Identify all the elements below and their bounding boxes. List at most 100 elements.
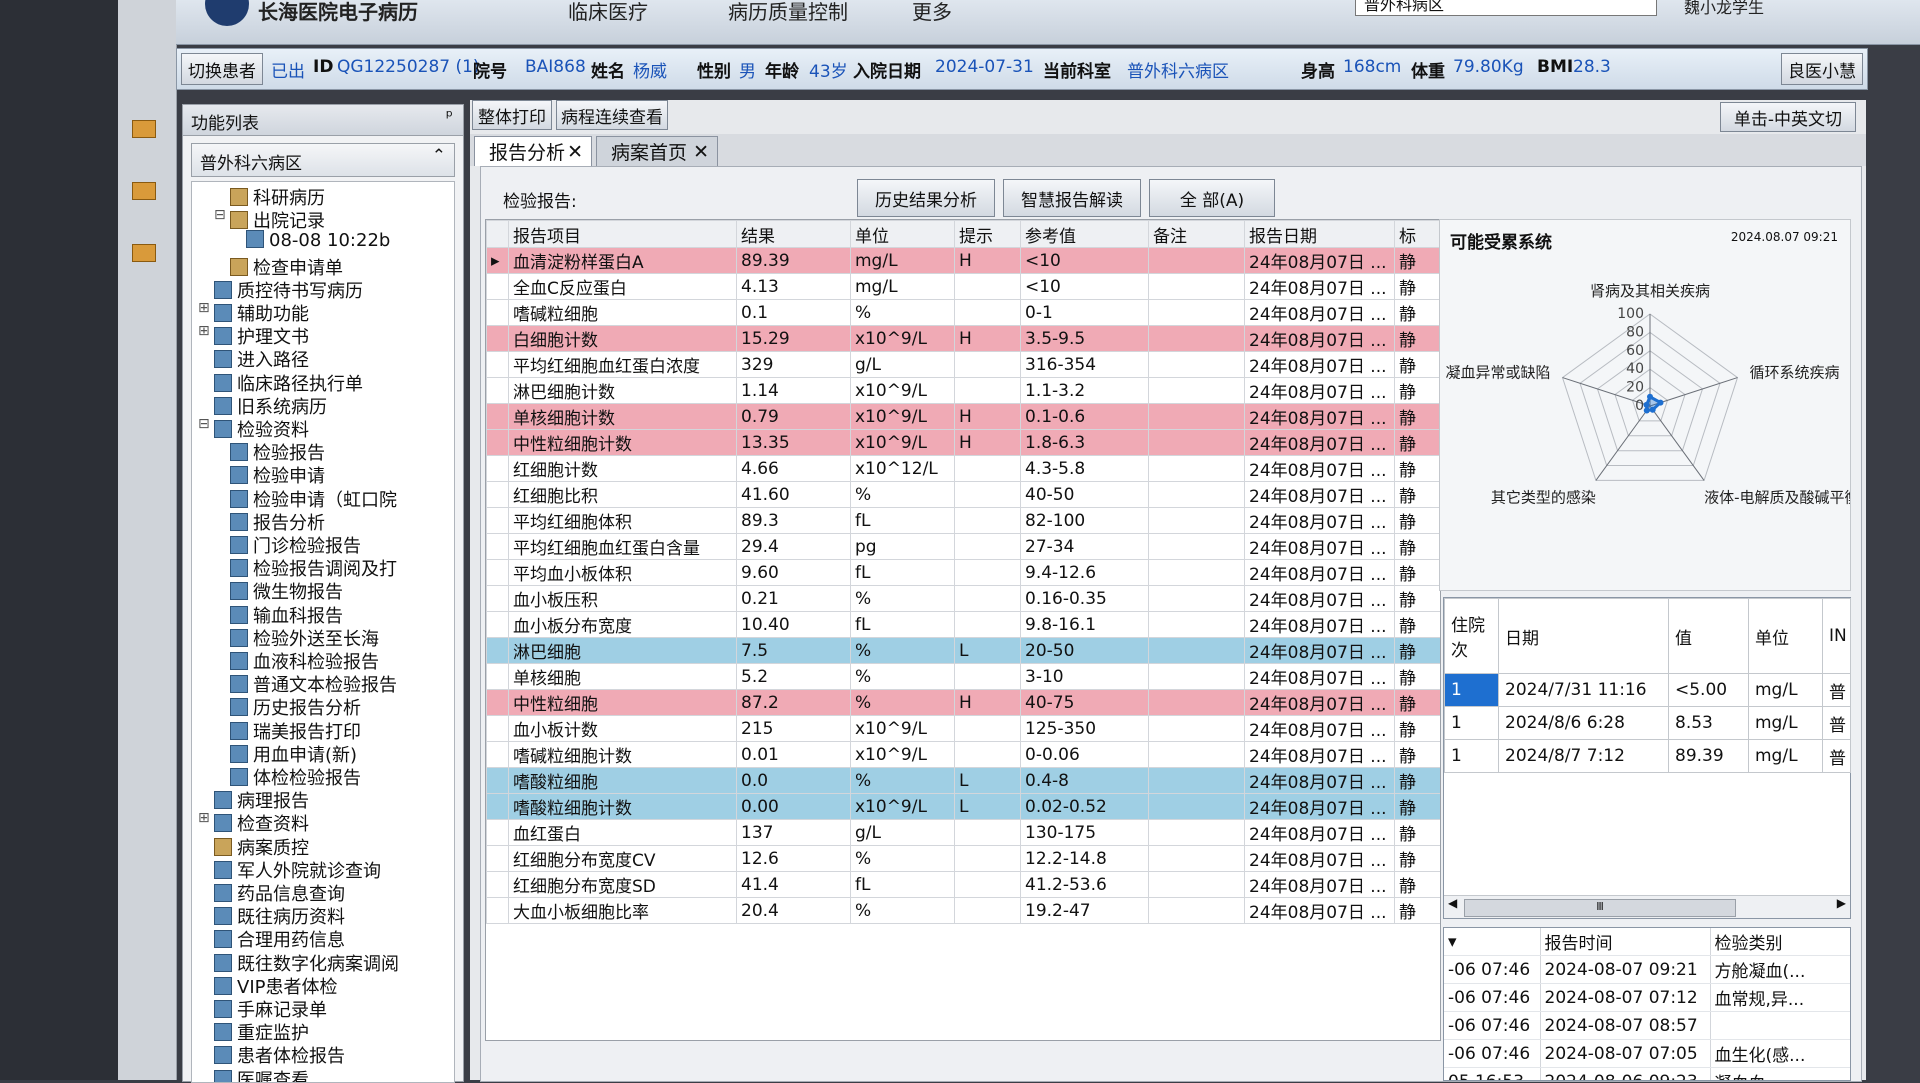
tree-item[interactable]: 科研病历 [230, 184, 325, 210]
report-list-row[interactable]: -06 07:46 2024-08-07 09:21 方舱凝血(... [1444, 955, 1850, 984]
tree-item[interactable]: 检验报告 [230, 439, 325, 465]
mail-icon[interactable] [132, 182, 156, 200]
tree-item[interactable]: 医嘱查看 [214, 1066, 309, 1082]
tree-item[interactable]: ⊞ 护理文书 [198, 323, 309, 349]
table-row[interactable]: 淋巴细胞计数 1.14 x10^9/L 1.1-3.2 24年08月07日 ... 静 [486, 377, 1440, 404]
tree-item[interactable]: 检验申请（虹口院 [230, 486, 397, 512]
table-row[interactable]: 血小板计数 215 x10^9/L 125-350 24年08月07日 ... 静 [486, 715, 1440, 742]
tree-item[interactable]: 病案质控 [214, 834, 309, 860]
table-row[interactable]: 单核细胞 5.2% 3-10 24年08月07日 ... 静 [486, 663, 1440, 690]
tree-item[interactable]: 药品信息查询 [214, 880, 345, 906]
col-date[interactable]: 报告日期 [1244, 220, 1395, 248]
tree-item[interactable]: 患者体检报告 [214, 1042, 345, 1068]
print-all-button[interactable]: 整体打印 [472, 100, 552, 130]
close-icon[interactable]: ✕ [693, 141, 709, 163]
menu-quality[interactable]: 病历质量控制 [728, 0, 848, 25]
report-list-row[interactable]: -06 07:46 2024-08-07 07:05 血生化(感... [1444, 1039, 1850, 1068]
tree-item[interactable]: 病理报告 [214, 787, 309, 813]
expander-icon[interactable]: ⊟ [198, 416, 210, 432]
report-list-row[interactable]: 05 16:532024-08-06 09:23凝血血... [1444, 1067, 1850, 1080]
table-row[interactable]: 血红蛋白 137 g/L 130-175 24年08月07日 ... 静 [486, 819, 1440, 846]
tree-item[interactable]: 输血科报告 [230, 602, 343, 628]
switch-patient-button[interactable]: 切换患者 [181, 53, 263, 85]
tree-item[interactable]: VIP患者体检 [214, 973, 337, 999]
history-row[interactable]: 1 2024/8/7 7:12 89.39 mg/L 普 [1444, 739, 1851, 773]
tree-item[interactable]: 微生物报告 [230, 578, 343, 604]
report-list-row[interactable]: -06 07:46 2024-08-07 07:12 血常规,异... [1444, 983, 1850, 1012]
col-ref[interactable]: 参考值 [1020, 220, 1149, 248]
table-row[interactable]: 红细胞分布宽度SD 41.4 fL 41.2-53.6 24年08月07日 ... 静 [486, 871, 1440, 898]
table-row[interactable]: 嗜酸粒细胞计数 0.00 x10^9/L L 0.02-0.52 24年08月07日 ..… [486, 793, 1440, 820]
tree-item[interactable]: 军人外院就诊查询 [214, 857, 381, 883]
tree-item[interactable]: 检查申请单 [230, 254, 343, 280]
table-row[interactable]: 红细胞分布宽度CV 12.6% 12.2-14.8 24年08月07日 ... 静 [486, 845, 1440, 872]
table-row[interactable]: 单核细胞计数 0.79 x10^9/L H 0.1-0.6 24年08月07日 ... 静 [486, 403, 1440, 430]
menu-more[interactable]: 更多 [912, 0, 952, 25]
horizontal-scrollbar[interactable]: ◀ Ⅲ ▶ [1444, 895, 1850, 918]
table-row[interactable]: 嗜酸粒细胞 0.0% L 0.4-8 24年08月07日 ... 静 [486, 767, 1440, 794]
table-row[interactable]: 血小板压积 0.21% 0.16-0.35 24年08月07日 ... 静 [486, 585, 1440, 612]
mail-icon[interactable] [132, 244, 156, 262]
tree-item[interactable]: 血液科检验报告 [230, 648, 379, 674]
tree-item[interactable]: 临床路径执行单 [214, 370, 363, 396]
tree-item[interactable]: 检验外送至长海 [230, 625, 379, 651]
table-row[interactable]: 平均红细胞体积 89.3 fL 82-100 24年08月07日 ... 静 [486, 507, 1440, 534]
ward-selector[interactable]: 普外科六病区 ⌃ [191, 143, 455, 177]
tree-item[interactable]: 普通文本检验报告 [230, 671, 397, 697]
table-row[interactable]: 中性粒细胞 87.2% H 40-75 24年08月07日 ... 静 [486, 689, 1440, 716]
col-flag[interactable]: 提示 [954, 220, 1021, 248]
table-row[interactable]: 全血C反应蛋白 4.13 mg/L <10 24年08月07日 ... 静 [486, 273, 1440, 300]
table-row[interactable]: 中性粒细胞计数 13.35 x10^9/L H 1.8-6.3 24年08月07日 ...… [486, 429, 1440, 456]
tab-report-analysis[interactable]: 报告分析 ✕ [474, 136, 592, 166]
tree-item[interactable]: 报告分析 [230, 509, 325, 535]
tree-item[interactable]: ⊟ 出院记录 [214, 207, 325, 233]
table-row[interactable]: 平均红细胞血红蛋白含量 29.4 pg 27-34 24年08月07日 ... 静 [486, 533, 1440, 560]
continuous-view-button[interactable]: 病程连续查看 [556, 100, 668, 130]
tree-item[interactable]: 进入路径 [214, 346, 309, 372]
table-row[interactable]: 淋巴细胞 7.5% L 20-50 24年08月07日 ... 静 [486, 637, 1440, 664]
tree-item[interactable]: 旧系统病历 [214, 393, 327, 419]
chevron-up-icon[interactable]: ⌃ [432, 146, 446, 166]
smart-report-button[interactable]: 智慧报告解读 [1003, 179, 1141, 217]
tree-item[interactable]: 手麻记录单 [214, 996, 327, 1022]
tree-item[interactable]: 重症监护 [214, 1019, 309, 1045]
tree-item[interactable]: 08-08 10:22b [246, 230, 390, 251]
table-row[interactable]: 红细胞计数 4.66 x10^12/L 4.3-5.8 24年08月07日 ... 静 [486, 455, 1440, 482]
report-list-row[interactable]: -06 07:46 2024-08-07 08:57 [1444, 1011, 1850, 1040]
tree-item[interactable]: 门诊检验报告 [230, 532, 361, 558]
ward-dropdown[interactable]: 普外科病区 [1355, 0, 1657, 16]
expander-icon[interactable]: ⊞ [198, 810, 210, 826]
table-row[interactable]: ▸ 血清淀粉样蛋白A 89.39 mg/L H <10 24年08月07日 ... 静 [486, 247, 1440, 274]
col-tag[interactable]: 标 [1394, 220, 1440, 248]
history-row[interactable]: 1 2024/8/6 6:28 8.53 mg/L 普 [1444, 706, 1851, 740]
mail-icon[interactable] [132, 120, 156, 138]
tree-item[interactable]: 合理用药信息 [214, 926, 345, 952]
tree-item[interactable]: ⊞ 辅助功能 [198, 300, 309, 326]
table-row[interactable]: 平均红细胞血红蛋白浓度 329 g/L 316-354 24年08月07日 ... 静 [486, 351, 1440, 378]
scroll-thumb[interactable]: Ⅲ [1464, 899, 1736, 917]
scroll-right-icon[interactable]: ▶ [1837, 896, 1846, 910]
tree-item[interactable]: ⊟ 检验资料 [198, 416, 309, 442]
expander-icon[interactable]: ⊟ [214, 207, 226, 223]
expander-icon[interactable]: ⊞ [198, 323, 210, 339]
tree-item[interactable]: 体检检验报告 [230, 764, 361, 790]
tree-item[interactable]: 历史报告分析 [230, 694, 361, 720]
tree-item[interactable]: 检验报告调阅及打 [230, 555, 397, 581]
col-result[interactable]: 结果 [736, 220, 851, 248]
col-unit[interactable]: 单位 [850, 220, 955, 248]
table-row[interactable]: 嗜碱粒细胞计数 0.01 x10^9/L 0-0.06 24年08月07日 ... 静 [486, 741, 1440, 768]
tree-item[interactable]: 检验申请 [230, 462, 325, 488]
table-row[interactable]: 大血小板细胞比率 20.4% 19.2-47 24年08月07日 ... 静 [486, 897, 1440, 924]
table-row[interactable]: 平均血小板体积 9.60 fL 9.4-12.6 24年08月07日 ... 静 [486, 559, 1440, 586]
table-row[interactable]: 嗜碱粒细胞 0.1% 0-1 24年08月07日 ... 静 [486, 299, 1440, 326]
tree-item[interactable]: 既往病历资料 [214, 903, 345, 929]
tree-item[interactable]: ⊞ 检查资料 [198, 810, 309, 836]
scroll-left-icon[interactable]: ◀ [1448, 896, 1457, 910]
all-button[interactable]: 全 部(A) [1149, 179, 1275, 217]
expander-icon[interactable]: ⊞ [198, 300, 210, 316]
assistant-button[interactable]: 良医小慧 [1781, 53, 1863, 85]
history-analysis-button[interactable]: 历史结果分析 [857, 179, 995, 217]
pin-icon[interactable]: ᵖ [446, 107, 453, 127]
tree-item[interactable]: 质控待书写病历 [214, 277, 363, 303]
user-name[interactable]: 魏小龙学生 [1684, 0, 1764, 18]
